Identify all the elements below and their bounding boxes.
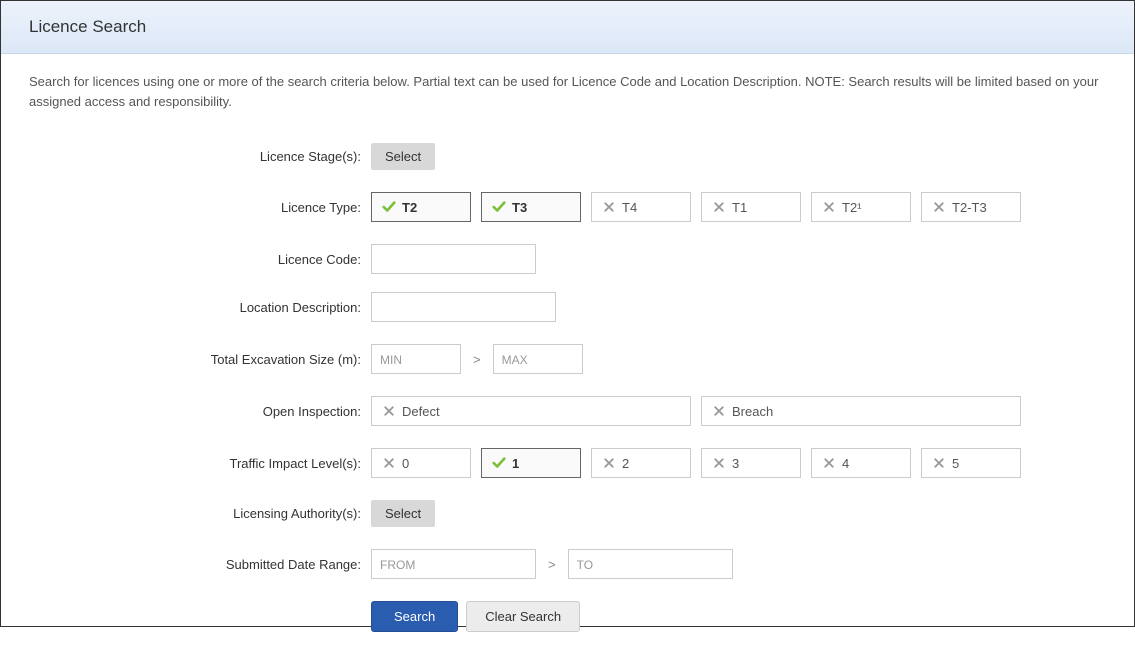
chip-label: 3 [732, 456, 739, 471]
excavation-range-separator: > [471, 352, 483, 367]
chip-label: T2-T3 [952, 200, 987, 215]
chip-label: 1 [512, 456, 519, 471]
open-inspection-chips-chip-1[interactable]: Breach [701, 396, 1021, 426]
check-icon [492, 200, 506, 214]
label-licensing-authority: Licensing Authority(s): [29, 506, 371, 521]
licence-code-input[interactable] [371, 244, 536, 274]
chip-label: 2 [622, 456, 629, 471]
excavation-min-input[interactable] [371, 344, 461, 374]
submitted-from-input[interactable] [371, 549, 536, 579]
chip-label: T4 [622, 200, 637, 215]
open-inspection-chips-chip-0[interactable]: Defect [371, 396, 691, 426]
excavation-max-input[interactable] [493, 344, 583, 374]
submitted-range-separator: > [546, 557, 558, 572]
label-licence-type: Licence Type: [29, 200, 371, 215]
x-icon [602, 456, 616, 470]
row-excavation-size: Total Excavation Size (m): > [29, 344, 1106, 374]
row-traffic-impact: Traffic Impact Level(s): 0 1 2 3 4 5 [29, 448, 1106, 478]
licence-type-chips-chip-2[interactable]: T4 [591, 192, 691, 222]
submitted-to-input[interactable] [568, 549, 733, 579]
x-icon [712, 404, 726, 418]
label-licence-code: Licence Code: [29, 252, 371, 267]
row-licence-code: Licence Code: [29, 244, 1106, 274]
licence-type-chips-chip-5[interactable]: T2-T3 [921, 192, 1021, 222]
licence-type-chips: T2 T3 T4 T1 T2¹ T2-T3 [371, 192, 1021, 222]
page-container: Licence Search Search for licences using… [0, 0, 1135, 627]
x-icon [712, 200, 726, 214]
chip-label: T1 [732, 200, 747, 215]
licence-type-chips-chip-3[interactable]: T1 [701, 192, 801, 222]
licence-type-chips-chip-1[interactable]: T3 [481, 192, 581, 222]
row-licence-type: Licence Type: T2 T3 T4 T1 T2¹ T2-T3 [29, 192, 1106, 222]
x-icon [932, 456, 946, 470]
chip-label: Defect [402, 404, 440, 419]
label-location-description: Location Description: [29, 300, 371, 315]
licence-stage-select-button[interactable]: Select [371, 143, 435, 170]
row-submitted-date: Submitted Date Range: > [29, 549, 1106, 579]
row-open-inspection: Open Inspection: Defect Breach [29, 396, 1106, 426]
label-open-inspection: Open Inspection: [29, 404, 371, 419]
x-icon [932, 200, 946, 214]
intro-text: Search for licences using one or more of… [1, 54, 1134, 115]
label-licence-stage: Licence Stage(s): [29, 149, 371, 164]
traffic-impact-chips-chip-1[interactable]: 1 [481, 448, 581, 478]
label-traffic-impact: Traffic Impact Level(s): [29, 456, 371, 471]
traffic-impact-chips-chip-4[interactable]: 4 [811, 448, 911, 478]
traffic-impact-chips-chip-2[interactable]: 2 [591, 448, 691, 478]
chip-label: T2 [402, 200, 417, 215]
location-description-input[interactable] [371, 292, 556, 322]
page-header: Licence Search [1, 1, 1134, 54]
clear-search-button[interactable]: Clear Search [466, 601, 580, 632]
label-excavation-size: Total Excavation Size (m): [29, 352, 371, 367]
licensing-authority-select-button[interactable]: Select [371, 500, 435, 527]
label-submitted-date: Submitted Date Range: [29, 557, 371, 572]
search-form: Licence Stage(s): Select Licence Type: T… [1, 115, 1134, 652]
search-button[interactable]: Search [371, 601, 458, 632]
licence-type-chips-chip-0[interactable]: T2 [371, 192, 471, 222]
row-licence-stage: Licence Stage(s): Select [29, 143, 1106, 170]
x-icon [382, 456, 396, 470]
open-inspection-chips: Defect Breach [371, 396, 1021, 426]
chip-label: T3 [512, 200, 527, 215]
traffic-impact-chips: 0 1 2 3 4 5 [371, 448, 1021, 478]
x-icon [822, 200, 836, 214]
licence-type-chips-chip-4[interactable]: T2¹ [811, 192, 911, 222]
row-licensing-authority: Licensing Authority(s): Select [29, 500, 1106, 527]
chip-label: 4 [842, 456, 849, 471]
x-icon [382, 404, 396, 418]
x-icon [602, 200, 616, 214]
x-icon [822, 456, 836, 470]
check-icon [492, 456, 506, 470]
chip-label: 5 [952, 456, 959, 471]
row-actions: Search Clear Search [29, 601, 1106, 632]
page-title: Licence Search [29, 17, 1106, 37]
chip-label: T2¹ [842, 200, 862, 215]
chip-label: 0 [402, 456, 409, 471]
traffic-impact-chips-chip-3[interactable]: 3 [701, 448, 801, 478]
check-icon [382, 200, 396, 214]
traffic-impact-chips-chip-5[interactable]: 5 [921, 448, 1021, 478]
row-location-description: Location Description: [29, 292, 1106, 322]
chip-label: Breach [732, 404, 773, 419]
x-icon [712, 456, 726, 470]
traffic-impact-chips-chip-0[interactable]: 0 [371, 448, 471, 478]
